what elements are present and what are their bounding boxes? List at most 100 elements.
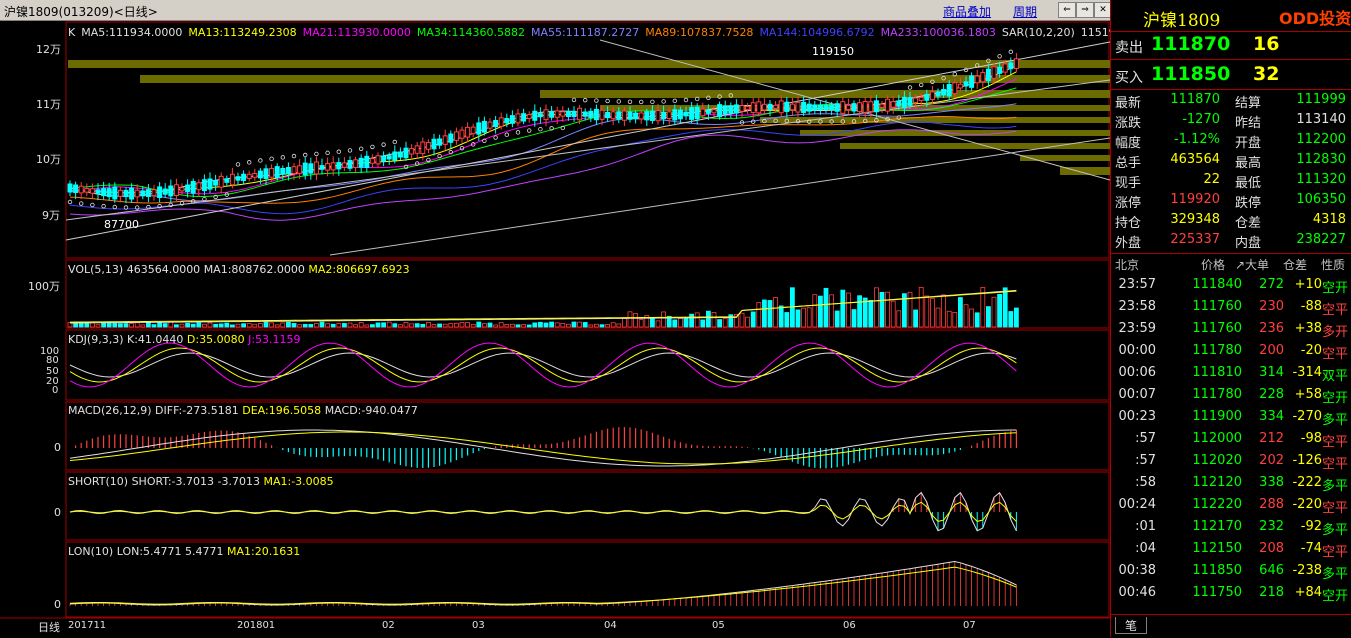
sar-dot [538, 126, 543, 132]
tick-row[interactable]: 00:38 111850 646 -238 多平 [1111, 560, 1351, 582]
candle-body [224, 178, 230, 183]
sar-dot [146, 204, 151, 210]
lon-ma: MA1:20.1631 [227, 545, 301, 558]
volume-bar [504, 324, 510, 328]
candle-body [672, 109, 678, 121]
candle-body [851, 103, 857, 112]
tick-diff: +58 [1294, 387, 1322, 402]
volume-bar [291, 323, 297, 328]
tick-volume: 202 [1259, 453, 1284, 468]
candle-body [101, 188, 107, 197]
candle-body [890, 101, 896, 108]
candle-body [235, 176, 241, 181]
candle-body [722, 105, 728, 115]
volume-bar [224, 322, 230, 328]
tick-row[interactable]: 00:23 111900 334 -270 多平 [1111, 406, 1351, 428]
volume-bar [347, 322, 353, 328]
tick-row[interactable]: 00:06 111810 314 -314 双平 [1111, 362, 1351, 384]
sar-dot [493, 135, 498, 140]
ask-price[interactable]: 111870 [1151, 33, 1230, 55]
tick-price: 112120 [1192, 475, 1242, 490]
period-link[interactable]: 周期 [1013, 3, 1037, 20]
tick-volume: 218 [1259, 585, 1284, 600]
main-legend: K MA5:111934.0000 MA13:113249.2308 MA21:113… [68, 26, 1110, 40]
candle-body [168, 185, 174, 197]
x-label: 04 [604, 620, 617, 631]
tick-row[interactable]: 23:57 111840 272 +10 空开 [1111, 274, 1351, 296]
volume-bar [610, 322, 616, 328]
volume-bar [229, 324, 235, 328]
candle-body [73, 184, 79, 194]
tick-row[interactable]: :57 112020 202 -126 空平 [1111, 450, 1351, 472]
tab-ticks[interactable]: 笔 [1115, 617, 1147, 634]
chart-toolbar: 沪镍1809(013209)<日线> 商品叠加 周期 ⇐ ⇒ ✕ [0, 0, 1112, 21]
tick-row[interactable]: 00:24 112220 288 -220 空平 [1111, 494, 1351, 516]
tick-list[interactable]: 23:57 111840 272 +10 空开 23:58 111760 230 -88 空平 23… [1111, 274, 1351, 608]
volume-bar [302, 323, 308, 328]
tick-header-nature: 性质 [1321, 258, 1346, 272]
candle-body [537, 113, 543, 118]
tick-row[interactable]: :01 112170 232 -92 多平 [1111, 516, 1351, 538]
volume-bar [924, 295, 930, 328]
tick-volume: 200 [1259, 343, 1284, 358]
volume-bar [997, 293, 1002, 328]
tick-diff: -20 [1300, 343, 1322, 358]
tick-row[interactable]: :57 112000 212 -98 空平 [1111, 428, 1351, 450]
candle-body [325, 163, 331, 171]
quote-value: 112200 [1296, 132, 1346, 147]
volume-bar [549, 321, 554, 328]
vol-ma2: MA2:806697.6923 [308, 263, 410, 276]
quote-label: 幅度 [1115, 136, 1142, 151]
candle-body [823, 105, 829, 110]
candle-body [145, 189, 151, 197]
kdj-d: D:35.0080 [186, 333, 245, 346]
legend-item: MA233:100036.1803 [880, 26, 996, 39]
tick-price: 111760 [1192, 299, 1242, 314]
lon-v1: LON:5.4771 [116, 545, 182, 558]
volume-bar [946, 310, 952, 328]
tick-row[interactable]: :58 112120 338 -222 多平 [1111, 472, 1351, 494]
tick-row[interactable]: 00:00 111780 200 -20 空平 [1111, 340, 1351, 362]
tick-volume: 272 [1259, 277, 1284, 292]
tick-nature: 空平 [1321, 545, 1348, 560]
candle-body [313, 161, 319, 175]
tick-row[interactable]: 23:59 111760 236 +38 多开 [1111, 318, 1351, 340]
volume-bar [750, 311, 756, 328]
volume-bar [650, 316, 655, 328]
volume-bar [857, 295, 862, 328]
tick-row[interactable]: :04 112150 208 -74 空平 [1111, 538, 1351, 560]
volume-bar [442, 323, 448, 328]
volume-bar [907, 291, 913, 328]
volume-bar [168, 321, 174, 328]
volume-bar [829, 294, 834, 328]
candle-body [795, 101, 801, 113]
candle-body [386, 155, 392, 160]
overlay-link[interactable]: 商品叠加 [943, 3, 991, 20]
tick-time: :57 [1135, 453, 1156, 468]
tick-row[interactable]: 00:07 111780 228 +58 空开 [1111, 384, 1351, 406]
quote-label: 总手 [1115, 156, 1142, 171]
ma-line [69, 116, 1017, 204]
quote-value: -1.12% [1174, 132, 1220, 147]
candle-body [425, 142, 431, 150]
tick-nature: 空平 [1321, 347, 1348, 362]
volume-bar [616, 323, 622, 328]
scroll-left-button[interactable]: ⇐ [1058, 2, 1076, 18]
tick-row[interactable]: 00:46 111750 218 +84 空开 [1111, 582, 1351, 604]
legend-item: MA21:113930.0000 [302, 26, 411, 39]
candle-body [437, 138, 443, 146]
tick-time: 00:00 [1118, 343, 1156, 358]
candle-body [767, 103, 773, 111]
scroll-right-button[interactable]: ⇒ [1076, 2, 1094, 18]
volume-bar [974, 312, 980, 328]
bid-price[interactable]: 111850 [1151, 63, 1230, 85]
volume-bar [403, 321, 409, 328]
candle-body [941, 88, 947, 96]
lon-line [69, 560, 1017, 606]
period-label[interactable]: 日线 [38, 619, 60, 635]
tick-row[interactable]: 23:58 111760 230 -88 空平 [1111, 296, 1351, 318]
tick-time: 00:06 [1118, 365, 1156, 380]
quote-value: 112830 [1296, 152, 1346, 167]
candle-body [347, 160, 353, 169]
tick-nature: 多平 [1321, 567, 1348, 582]
